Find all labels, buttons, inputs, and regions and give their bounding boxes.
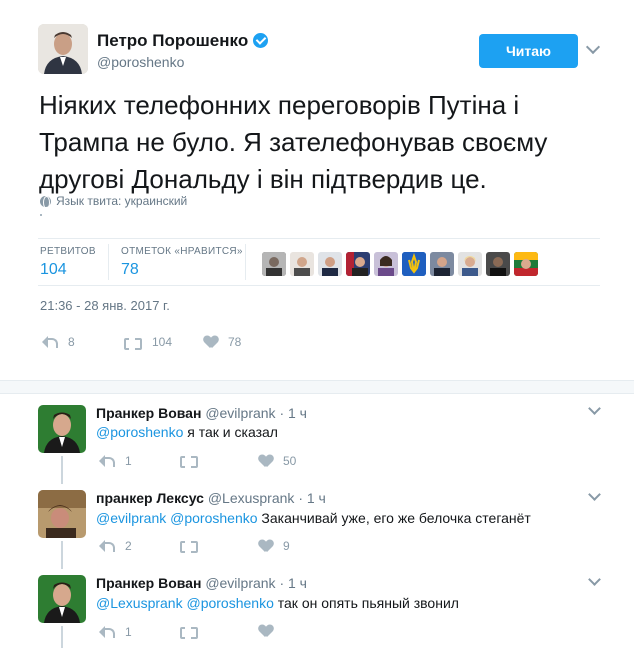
author-handle[interactable]: @poroshenko xyxy=(97,54,184,70)
mention-link[interactable]: @poroshenko xyxy=(186,595,273,611)
separator-dot xyxy=(40,214,42,216)
reply-button[interactable]: 2 xyxy=(99,539,132,553)
chevron-down-icon[interactable] xyxy=(585,39,601,55)
reply-icon xyxy=(99,540,115,552)
likes-stat[interactable]: ОТМЕТОК «НРАВИТСЯ» 78 xyxy=(121,246,243,279)
reply-time[interactable]: · 1 ч xyxy=(298,490,326,506)
like-button[interactable] xyxy=(259,625,283,637)
retweet-icon xyxy=(178,625,198,639)
likes-value[interactable]: 78 xyxy=(121,261,243,279)
retweet-count: 104 xyxy=(152,335,173,349)
reply-author-handle[interactable]: @evilprank xyxy=(205,405,275,421)
reply-icon xyxy=(99,455,115,467)
thread-line xyxy=(61,541,63,569)
reply-text: @evilprank @poroshenko Заканчивай уже, е… xyxy=(96,510,531,526)
retweets-stat[interactable]: РЕТВИТОВ 104 xyxy=(40,246,96,279)
retweets-value[interactable]: 104 xyxy=(40,261,96,279)
language-note-text: Язык твита: украинский xyxy=(56,194,188,208)
reply-author-handle[interactable]: @Lexusprank xyxy=(208,490,295,506)
liker-avatar[interactable] xyxy=(458,252,482,276)
tweet-timestamp[interactable]: 21:36 - 28 янв. 2017 г. xyxy=(40,298,170,313)
reply-author[interactable]: Пранкер Вован @evilprank · 1 ч xyxy=(96,575,307,591)
reply-count: 8 xyxy=(68,335,75,349)
reply-time[interactable]: · 1 ч xyxy=(279,405,307,421)
reply-text: @Lexusprank @poroshenko так он опять пья… xyxy=(96,595,459,611)
liker-avatar[interactable] xyxy=(374,252,398,276)
reply-icon xyxy=(42,336,58,348)
retweet-icon xyxy=(178,539,198,553)
reply-text: @poroshenko я так и сказал xyxy=(96,424,278,440)
reply-time[interactable]: · 1 ч xyxy=(279,575,307,591)
heart-icon xyxy=(259,625,273,637)
reply-author[interactable]: пранкер Лексус @Lexusprank · 1 ч xyxy=(96,490,326,506)
reply-body: Заканчивай уже, его же белочка стеганёт xyxy=(257,510,531,526)
chevron-down-icon[interactable] xyxy=(588,573,601,586)
liker-avatar[interactable] xyxy=(514,252,538,276)
reply-count: 1 xyxy=(125,625,132,639)
like-button[interactable]: 78 xyxy=(204,335,241,349)
retweet-button[interactable] xyxy=(178,625,208,639)
reply-avatar[interactable] xyxy=(38,490,86,538)
divider xyxy=(245,244,246,280)
thread-line xyxy=(61,626,63,648)
chevron-down-icon[interactable] xyxy=(588,402,601,415)
retweet-button[interactable] xyxy=(178,454,208,468)
like-count: 50 xyxy=(283,454,297,468)
reply-author-handle[interactable]: @evilprank xyxy=(205,575,275,591)
mention-link[interactable]: @Lexusprank xyxy=(96,595,183,611)
reply-button[interactable]: 8 xyxy=(42,335,75,349)
reply-count: 2 xyxy=(125,539,132,553)
liker-avatar[interactable] xyxy=(402,252,426,276)
reply-icon xyxy=(99,626,115,638)
liker-avatar[interactable] xyxy=(290,252,314,276)
thread-line xyxy=(61,456,63,484)
divider xyxy=(38,238,600,239)
reply-avatar[interactable] xyxy=(38,575,86,623)
author-name[interactable]: Петро Порошенко xyxy=(97,31,269,51)
reply-author-name[interactable]: Пранкер Вован xyxy=(96,405,201,421)
following-button[interactable]: Читаю xyxy=(479,34,578,68)
liker-avatar[interactable] xyxy=(262,252,286,276)
like-button[interactable]: 9 xyxy=(259,539,290,553)
reply-author[interactable]: Пранкер Вован @evilprank · 1 ч xyxy=(96,405,307,421)
reply-body: я так и сказал xyxy=(183,424,278,440)
liker-avatar[interactable] xyxy=(318,252,342,276)
heart-icon xyxy=(259,455,273,467)
mention-link[interactable]: @poroshenko xyxy=(170,510,257,526)
separator-band xyxy=(0,380,634,394)
like-button[interactable]: 50 xyxy=(259,454,296,468)
divider xyxy=(38,285,600,286)
reply-count: 1 xyxy=(125,454,132,468)
liker-avatar[interactable] xyxy=(346,252,370,276)
tweet-text: Ніяких телефонних переговорів Путіна і Т… xyxy=(39,90,548,194)
chevron-down-icon[interactable] xyxy=(588,488,601,501)
reply-button[interactable]: 1 xyxy=(99,625,132,639)
author-avatar[interactable] xyxy=(38,24,88,74)
author-name-text[interactable]: Петро Порошенко xyxy=(97,31,248,50)
heart-icon xyxy=(259,540,273,552)
globe-icon xyxy=(40,195,51,209)
mention-link[interactable]: @poroshenko xyxy=(96,424,183,440)
liker-avatar[interactable] xyxy=(430,252,454,276)
retweet-button[interactable] xyxy=(178,539,208,553)
language-note: Язык твита: украинский xyxy=(40,194,188,209)
heart-icon xyxy=(204,336,218,348)
verified-badge-icon xyxy=(253,33,269,48)
reply-button[interactable]: 1 xyxy=(99,454,132,468)
retweet-button[interactable]: 104 xyxy=(122,335,173,350)
like-count: 9 xyxy=(283,539,290,553)
reply-body: так он опять пьяный звонил xyxy=(273,595,459,611)
retweet-icon xyxy=(122,336,142,350)
retweets-label: РЕТВИТОВ xyxy=(40,246,96,257)
retweet-icon xyxy=(178,454,198,468)
liker-avatar[interactable] xyxy=(486,252,510,276)
likes-label: ОТМЕТОК «НРАВИТСЯ» xyxy=(121,246,243,257)
mention-link[interactable]: @evilprank xyxy=(96,510,166,526)
divider xyxy=(108,244,109,280)
like-count: 78 xyxy=(228,335,242,349)
reply-author-name[interactable]: Пранкер Вован xyxy=(96,575,201,591)
reply-avatar[interactable] xyxy=(38,405,86,453)
reply-author-name[interactable]: пранкер Лексус xyxy=(96,490,204,506)
